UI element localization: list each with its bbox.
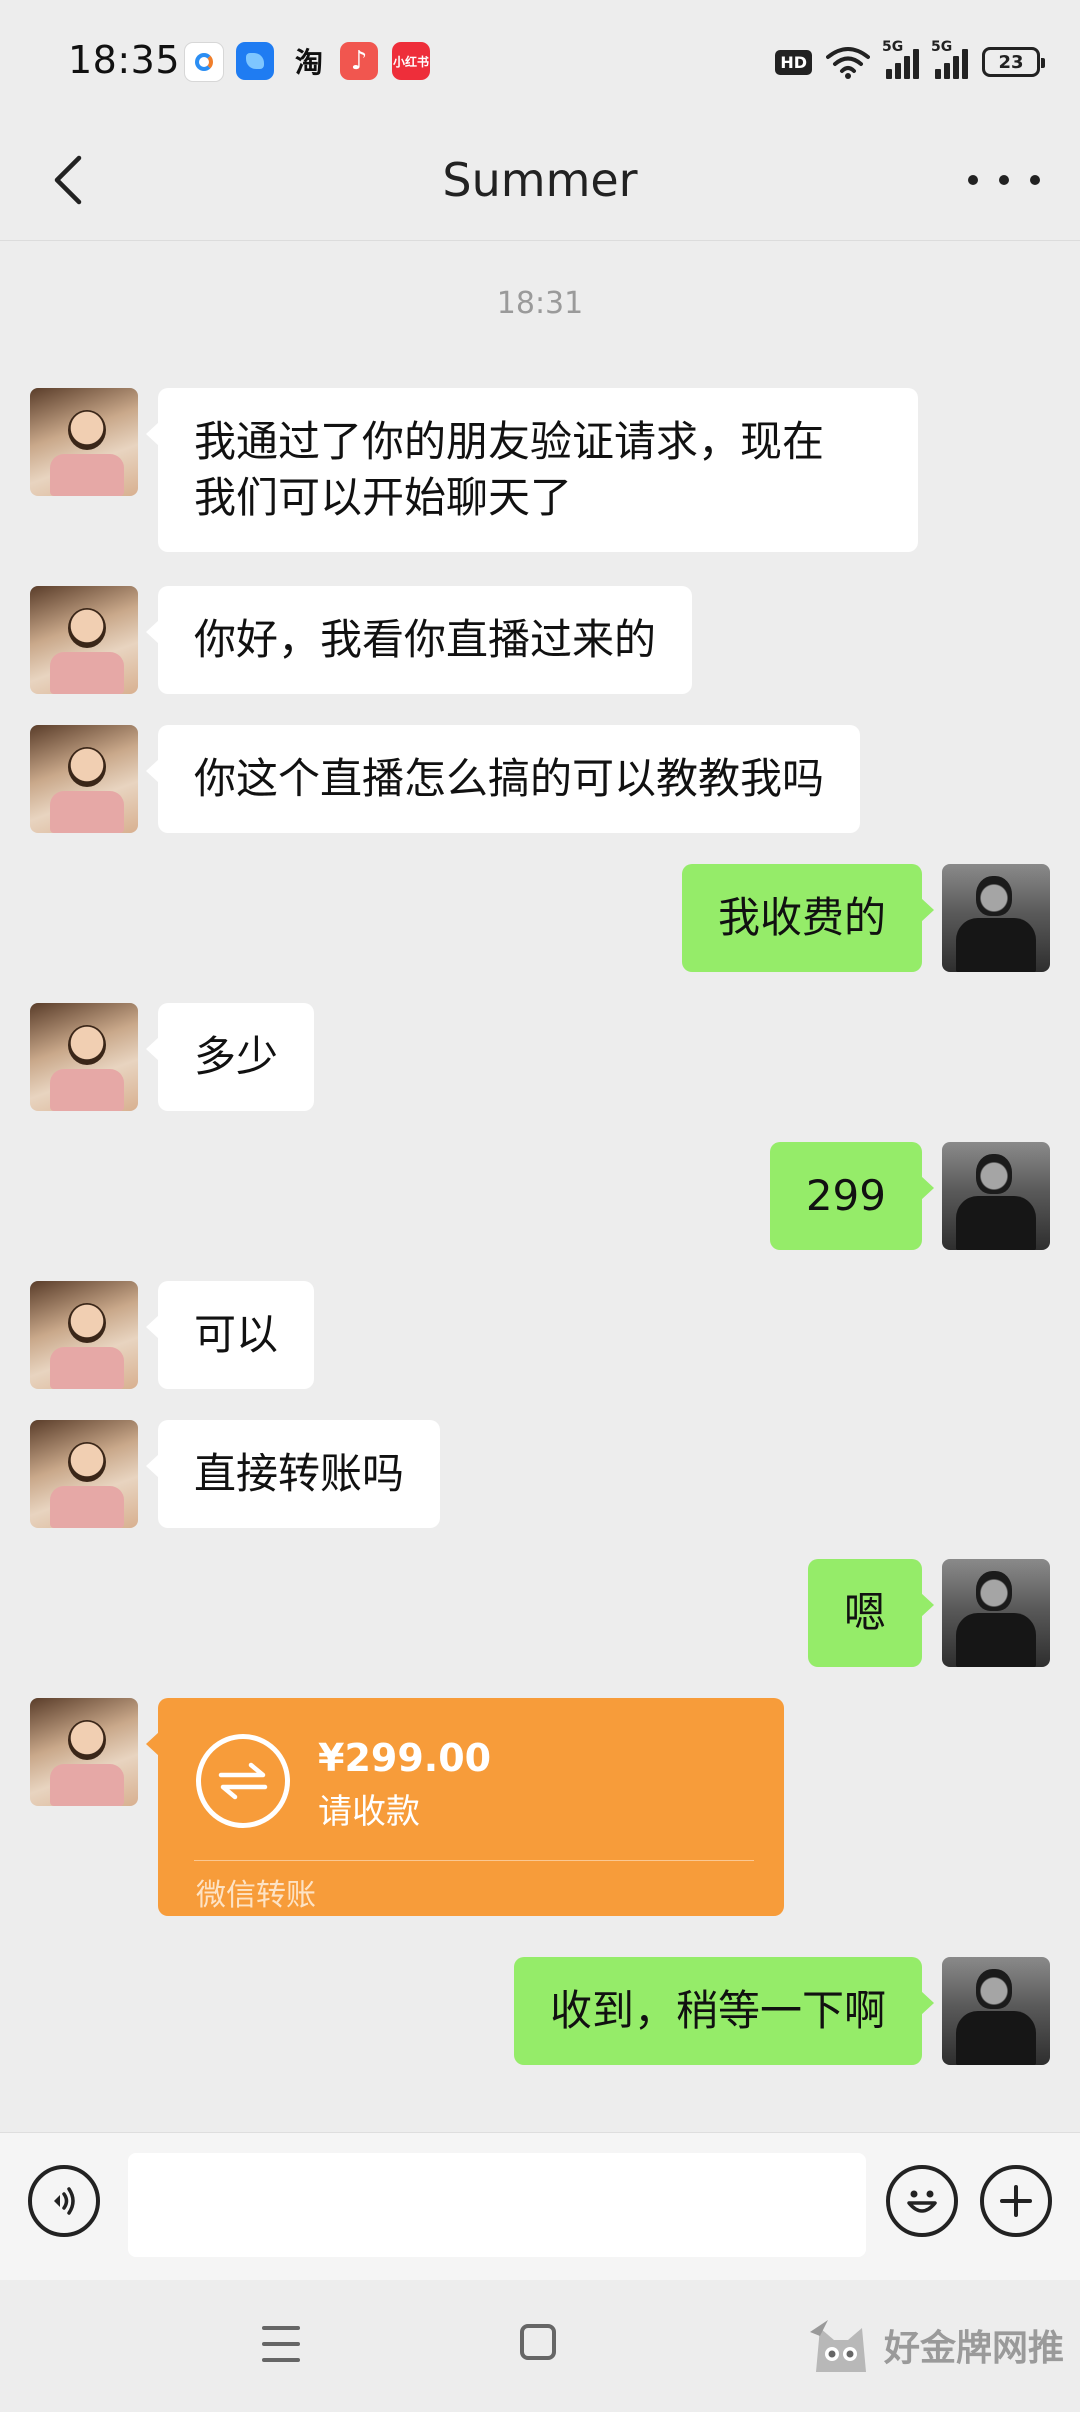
battery-level: 23 [998, 51, 1024, 73]
system-navigation-bar: 好金牌网推 [0, 2280, 1080, 2412]
status-indicators: HD 5G 5G 23 [775, 39, 1045, 84]
contact-avatar[interactable] [30, 586, 138, 694]
message-bubble[interactable]: 你好，我看你直播过来的 [145, 586, 693, 694]
chat-screen: 18:35 淘 小红书 HD 5G [0, 0, 1080, 2412]
home-button[interactable] [520, 2324, 556, 2360]
chat-title: Summer [442, 153, 638, 207]
my-avatar[interactable] [942, 1142, 1050, 1250]
taobao-icon: 淘 [294, 46, 323, 79]
battery-icon: 23 [982, 47, 1045, 77]
emoji-icon [907, 2190, 937, 2213]
transfer-footer: 微信转账 [196, 1878, 316, 1913]
voice-icon [54, 2187, 75, 2215]
status-bar: 18:35 淘 小红书 HD 5G [0, 0, 1080, 120]
xiaohongshu-icon: 小红书 [392, 42, 430, 80]
watermark: 好金牌网推 [806, 2310, 1064, 2380]
nav-bar: Summer [0, 120, 1080, 241]
transfer-divider [194, 1860, 754, 1861]
transfer-amount: ¥299.00 [318, 1736, 492, 1780]
plus-icon [1000, 2185, 1032, 2217]
map-app-icon [184, 42, 224, 82]
voice-input-button[interactable] [28, 2165, 100, 2237]
contact-avatar[interactable] [30, 1420, 138, 1528]
status-time: 18:35 [68, 38, 181, 82]
signal-icon: 5G [931, 39, 968, 79]
transfer-status: 请收款 [318, 1792, 420, 1832]
my-avatar[interactable] [942, 864, 1050, 972]
transfer-arrows-icon [196, 1734, 290, 1828]
message-text-input[interactable] [128, 2153, 866, 2257]
message-bubble[interactable]: 嗯 [807, 1559, 935, 1667]
more-actions-button[interactable] [980, 2165, 1052, 2237]
watermark-text: 好金牌网推 [883, 2328, 1064, 2369]
contact-avatar[interactable] [30, 1698, 138, 1806]
my-avatar[interactable] [942, 1957, 1050, 2065]
message-input-bar [0, 2132, 1080, 2281]
wifi-icon [826, 45, 870, 79]
cloud-app-icon [236, 42, 274, 80]
signal-5g-label: 5G [931, 39, 953, 55]
message-bubble[interactable]: 多少 [145, 1003, 315, 1111]
more-dots-icon [968, 175, 978, 185]
contact-avatar[interactable] [30, 725, 138, 833]
cat-logo-icon [809, 2320, 866, 2372]
signal-icon: 5G [882, 39, 919, 79]
my-avatar[interactable] [942, 1559, 1050, 1667]
contact-avatar[interactable] [30, 1281, 138, 1389]
message-bubble[interactable]: 直接转账吗 [145, 1420, 441, 1528]
message-bubble[interactable]: 299 [769, 1142, 935, 1250]
contact-avatar[interactable] [30, 1003, 138, 1111]
transfer-card[interactable]: ¥299.00 请收款 微信转账 [146, 1698, 784, 1916]
recent-apps-button[interactable] [262, 2326, 300, 2362]
music-app-icon [340, 42, 378, 80]
message-bubble[interactable]: 收到，稍等一下啊 [513, 1957, 935, 2065]
signal-5g-label: 5G [882, 39, 904, 55]
message-bubble[interactable]: 你这个直播怎么搞的可以教教我吗 [145, 725, 861, 833]
message-bubble[interactable]: 可以 [145, 1281, 315, 1389]
message-bubble[interactable]: 我通过了你的朋友验证请求，现在 我们可以开始聊天了 [146, 388, 918, 552]
more-options-button[interactable] [968, 154, 1040, 206]
emoji-button[interactable] [886, 2165, 958, 2237]
message-text-line: 我通过了你的朋友验证请求，现在 [194, 417, 825, 466]
hd-icon: HD [775, 49, 812, 75]
contact-avatar[interactable] [30, 388, 138, 496]
message-bubble[interactable]: 我收费的 [681, 864, 935, 972]
chat-timestamp: 18:31 [496, 286, 584, 321]
message-text-line: 我们可以开始聊天了 [194, 473, 573, 522]
